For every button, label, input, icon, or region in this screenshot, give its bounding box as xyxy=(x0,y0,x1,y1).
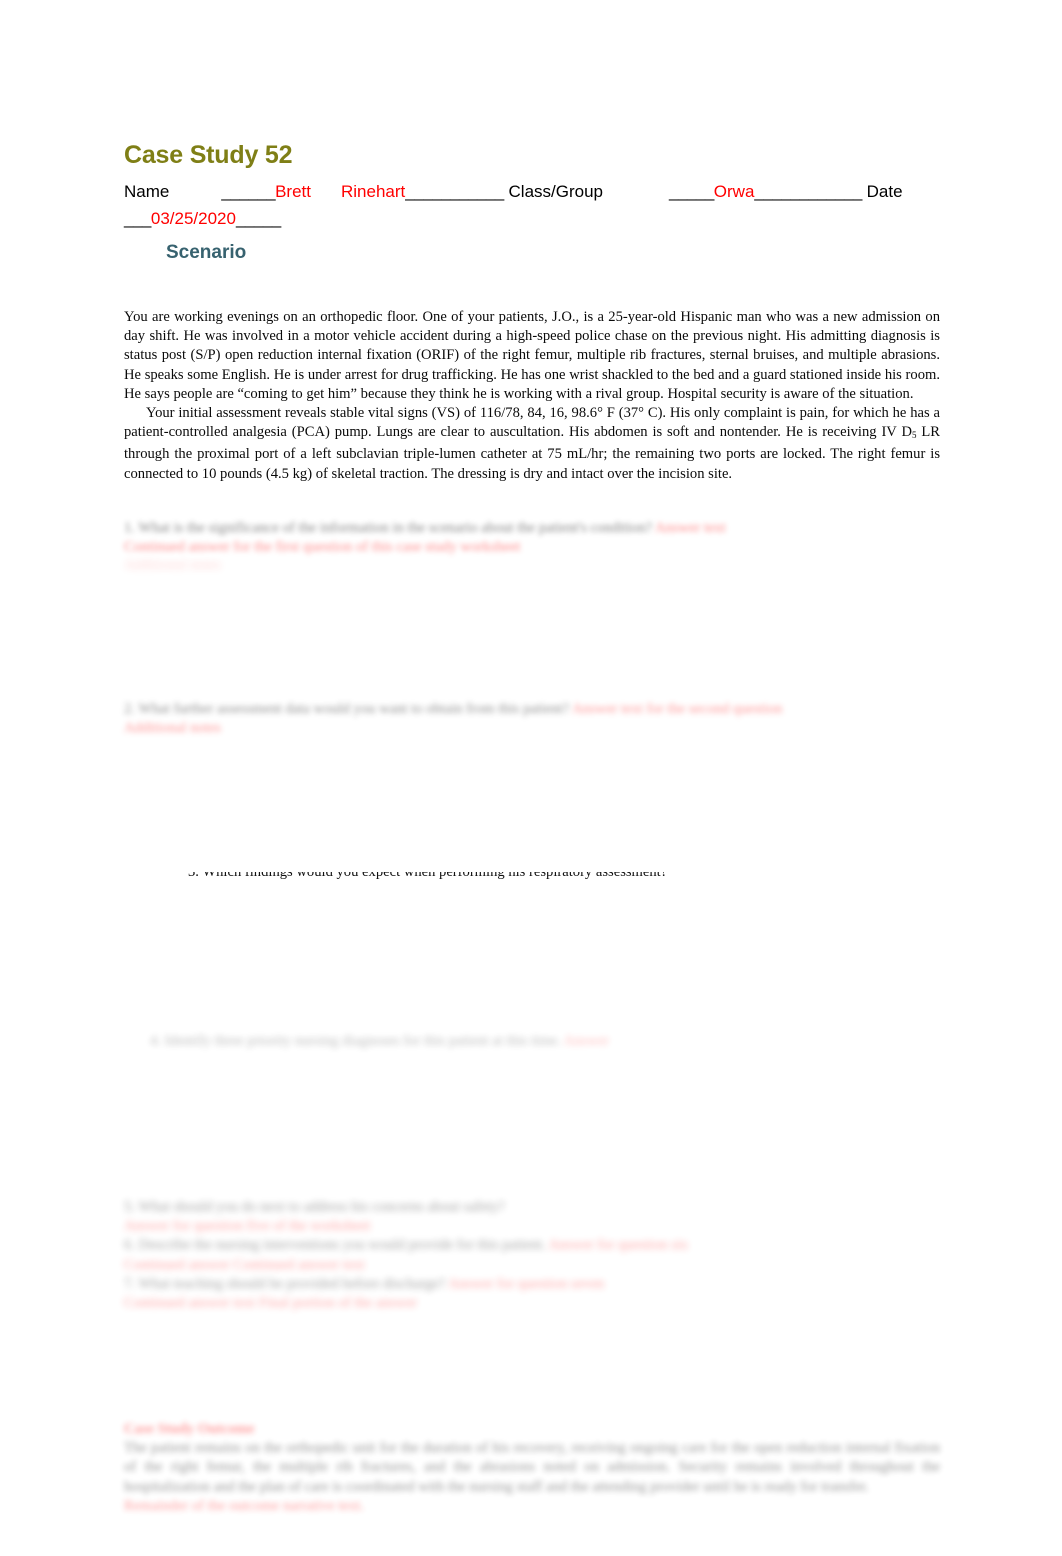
question-3-number: 3. xyxy=(188,872,199,880)
case-study-outcome-heading: Case Study Outcome xyxy=(124,1421,255,1437)
question-7-answer-continued[interactable]: Continued answer text xyxy=(124,1295,255,1311)
question-1-overflow: Additional notes xyxy=(124,556,940,575)
date-blank-leading: ___ xyxy=(124,209,151,228)
question-2: 2. What further assessment data would yo… xyxy=(124,700,940,719)
question-1-answer[interactable]: Answer text xyxy=(655,520,726,536)
question-2-text: What further assessment data would you w… xyxy=(138,701,570,717)
question-3-block: 3. Which findings would you expect when … xyxy=(188,872,948,892)
question-1: 1. What is the significance of the infor… xyxy=(124,519,940,538)
question-7: 7. What teaching should be provided befo… xyxy=(124,1275,940,1294)
document-page: Case Study 52 Name ______Brett Rinehart___… xyxy=(0,0,1062,1556)
case-study-outcome-red-tail[interactable]: Remainder of the outcome narrative text. xyxy=(124,1498,364,1514)
question-3-text: Which findings would you expect when per… xyxy=(202,872,668,880)
question-6-number: 6. xyxy=(124,1237,135,1254)
question-7-answer[interactable]: Answer for question seven xyxy=(448,1276,604,1292)
date-blank-trailing: _____ xyxy=(235,209,281,228)
question-6: 6. Describe the nursing interventions yo… xyxy=(124,1236,940,1255)
question-6-answer-line-2: Continued answer Continued answer text xyxy=(124,1256,940,1275)
question-1-text: What is the significance of the informat… xyxy=(138,520,653,536)
class-blank-trailing: ____________ xyxy=(754,182,862,201)
question-7-number: 7. xyxy=(124,1275,135,1292)
case-study-outcome-block: Case Study Outcome The patient remains o… xyxy=(124,1420,940,1516)
question-7-text: What teaching should be provided before … xyxy=(138,1275,446,1292)
question-4-number: 4. xyxy=(150,1033,161,1049)
class-group-value[interactable]: Orwa xyxy=(714,182,755,201)
date-label: Date xyxy=(866,182,903,201)
name-blank-leading: ______ xyxy=(221,182,276,201)
question-2-answer-line-2: Additional notes xyxy=(124,719,940,738)
question-4-text: Identify three priority nursing diagnose… xyxy=(164,1033,561,1049)
question-1-number: 1. xyxy=(124,520,135,536)
question-5-number: 5. xyxy=(124,1199,135,1215)
question-2-number: 2. xyxy=(124,701,135,717)
question-4-answer[interactable]: Answer xyxy=(563,1033,608,1049)
name-blank-trailing: ___________ xyxy=(405,182,504,201)
student-first-name[interactable]: Brett xyxy=(275,182,311,201)
question-4: 4. Identify three priority nursing diagn… xyxy=(150,1032,940,1051)
question-3: 3. Which findings would you expect when … xyxy=(188,872,667,882)
question-4-block: 4. Identify three priority nursing diagn… xyxy=(150,1032,940,1051)
scenario-paragraph-1: You are working evenings on an orthopedi… xyxy=(124,309,940,402)
class-group-label: Class/Group xyxy=(508,182,603,201)
question-5-answer-continued[interactable]: Continued answer text xyxy=(233,1257,364,1273)
question-6-answer-continued[interactable]: Continued answer xyxy=(124,1257,230,1273)
question-5-answer-line-1: Answer for question five of the workshee… xyxy=(124,1217,940,1236)
questions-5-7-block: 5. What should you do next to address hi… xyxy=(124,1198,940,1313)
student-last-name[interactable]: Rinehart xyxy=(341,182,405,201)
case-study-outcome-body-tail: Remainder of the outcome narrative text. xyxy=(124,1497,940,1516)
question-1-answer-line-2: Continued answer for the first question … xyxy=(124,538,940,557)
date-value[interactable]: 03/25/2020 xyxy=(151,209,236,228)
question-5-text: What should you do next to address his c… xyxy=(138,1199,505,1215)
scenario-heading: Scenario xyxy=(166,242,247,263)
question-6-answer[interactable]: Answer for question six xyxy=(548,1237,688,1253)
name-label: Name xyxy=(124,182,170,201)
question-2-block: 2. What further assessment data would yo… xyxy=(124,700,940,738)
question-2-answer[interactable]: Answer text for the second question xyxy=(572,701,782,717)
student-info-bar: Name ______Brett Rinehart___________ Class… xyxy=(124,178,944,232)
question-2-answer-continued[interactable]: Additional notes xyxy=(124,720,221,736)
scenario-body: You are working evenings on an orthopedi… xyxy=(124,308,940,484)
question-1-answer-tail[interactable]: Additional notes xyxy=(124,557,221,573)
question-7-answer-line-2: Continued answer text Final portion of t… xyxy=(124,1294,940,1313)
question-1-block: 1. What is the significance of the infor… xyxy=(124,519,940,557)
question-1-answer-line-3: Additional notes xyxy=(124,556,940,575)
question-5-answer[interactable]: Answer for question five of the workshee… xyxy=(124,1218,370,1234)
case-study-outcome-body: The patient remains on the orthopedic un… xyxy=(124,1440,940,1495)
question-6-text: Describe the nursing interventions you w… xyxy=(138,1237,546,1254)
scenario-paragraph-2: Your initial assessment reveals stable v… xyxy=(124,404,940,484)
question-5-answer-tail[interactable]: Final portion of the answer xyxy=(259,1295,417,1311)
question-5: 5. What should you do next to address hi… xyxy=(124,1198,940,1217)
question-1-answer-continued[interactable]: Continued answer for the first question … xyxy=(124,539,520,555)
page-title: Case Study 52 xyxy=(124,141,293,169)
scenario-paragraph-2-part-a: Your initial assessment reveals stable v… xyxy=(124,405,940,441)
case-study-outcome-heading-row: Case Study Outcome xyxy=(124,1420,940,1439)
class-blank-leading: _____ xyxy=(669,182,714,201)
